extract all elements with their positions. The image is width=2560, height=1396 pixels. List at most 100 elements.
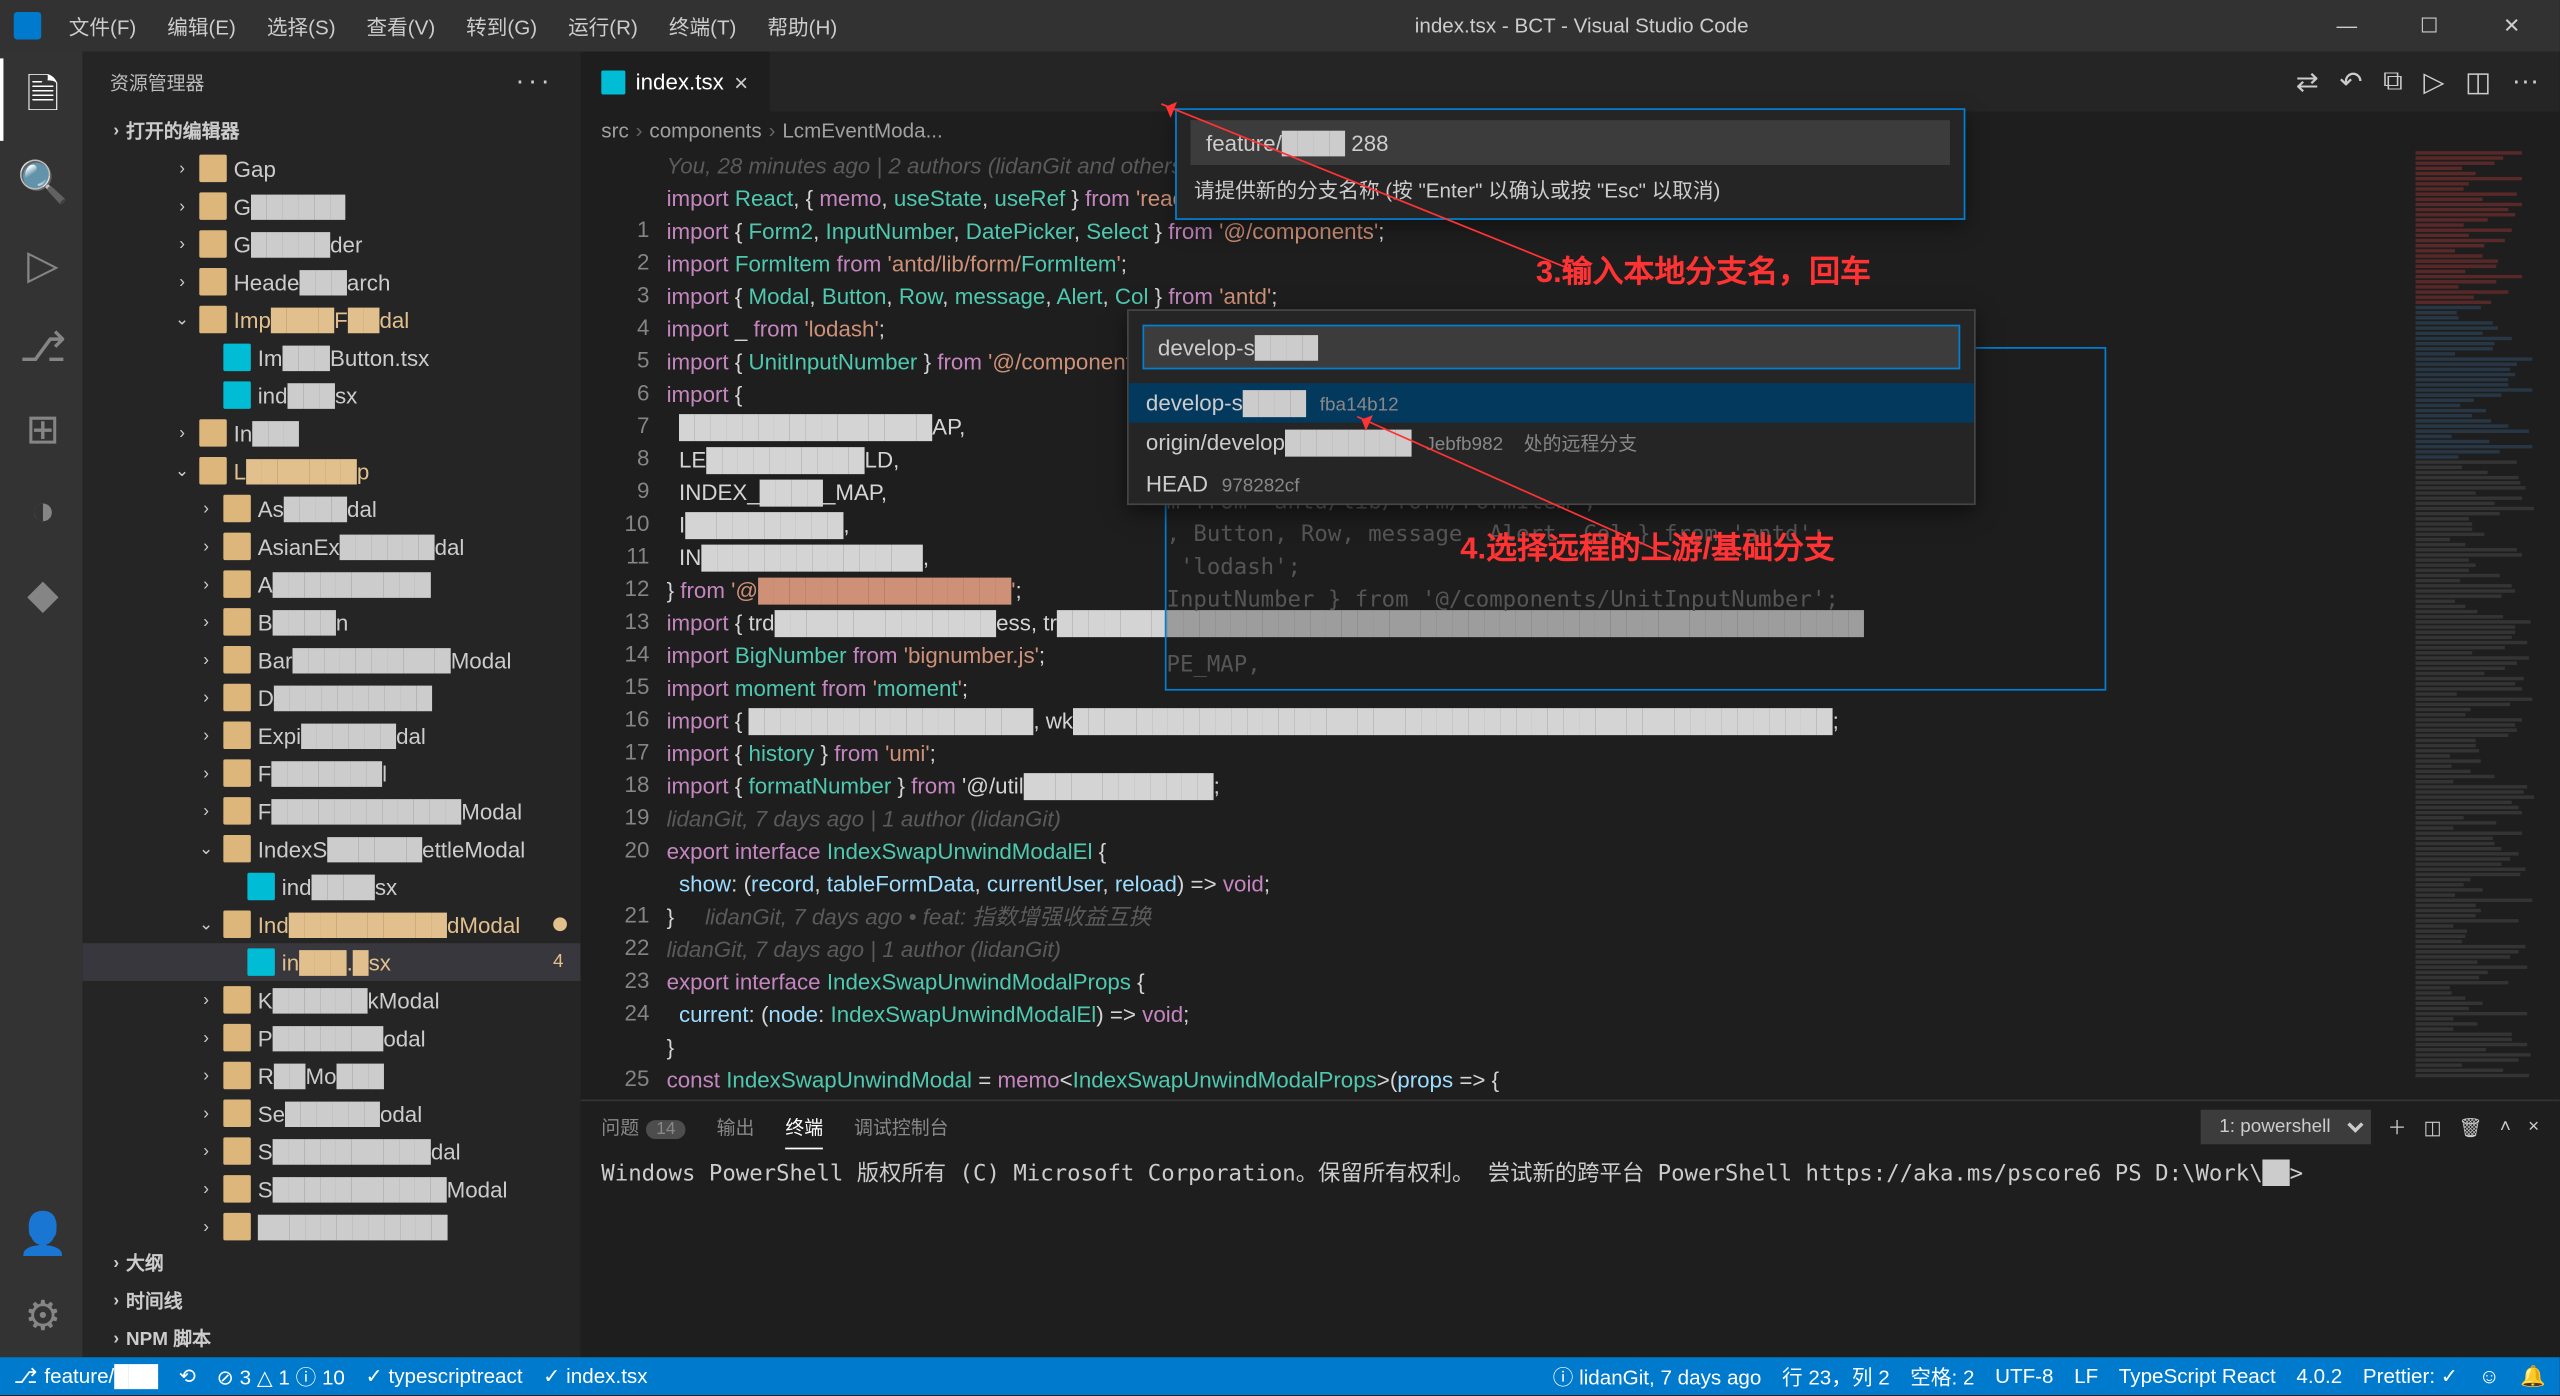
tree-folder[interactable]: ›G█████der (82, 225, 580, 263)
compare-icon[interactable]: ⇄ (2296, 64, 2319, 98)
tree-folder[interactable]: ›Se██████odal (82, 1094, 580, 1132)
more-icon[interactable]: ··· (2512, 66, 2539, 97)
tree-folder[interactable]: ›D██████████ (82, 679, 580, 717)
tree-folder[interactable]: ›S███████████Modal (82, 1170, 580, 1208)
panel-tab-debug[interactable]: 调试控制台 (854, 1106, 948, 1147)
branch-option[interactable]: develop-s████ fba14b12 (1129, 383, 1974, 423)
menu-file[interactable]: 文件(F) (55, 4, 150, 47)
split-icon[interactable]: ◫ (2465, 64, 2491, 98)
panel-tab-terminal[interactable]: 终端 (785, 1106, 823, 1149)
window-minimize[interactable]: — (2312, 7, 2381, 45)
tree-file[interactable]: Im███Button.tsx (82, 338, 580, 376)
tree-folder[interactable]: ›Bar██████████Modal (82, 641, 580, 679)
terminal-body[interactable]: Windows PowerShell 版权所有 (C) Microsoft Co… (581, 1153, 2560, 1357)
terminal-up-icon[interactable]: ˄ (2500, 1117, 2511, 1138)
branch-name-input[interactable] (1191, 120, 1950, 165)
tree-folder[interactable]: ⌄IndexS██████ettleModal (82, 830, 580, 868)
tree-folder[interactable]: ⌄Imp████F██dal (82, 301, 580, 339)
status-blame[interactable]: ⓘ lidanGit, 7 days ago (1553, 1362, 1762, 1391)
activity-search[interactable]: 🔍 (0, 141, 82, 223)
status-ts-version[interactable]: 4.0.2 (2296, 1364, 2342, 1388)
folder-icon (223, 495, 250, 522)
status-problems[interactable]: ⊘ 3 △ 1 ⓘ 10 (217, 1362, 345, 1391)
tree-folder[interactable]: ›F███████l (82, 754, 580, 792)
tab-close-icon[interactable]: × (734, 68, 748, 95)
window-close[interactable]: ✕ (2477, 7, 2546, 45)
menu-go[interactable]: 转到(G) (452, 4, 550, 47)
activity-run[interactable]: ▷ (0, 223, 82, 305)
tree-file[interactable]: ind████sx (82, 868, 580, 906)
tree-folder[interactable]: ›A██████████ (82, 565, 580, 603)
activity-explorer[interactable]: 🗎 (0, 58, 82, 140)
folder-icon (199, 268, 226, 295)
window-maximize[interactable]: ☐ (2395, 7, 2464, 45)
tree-folder[interactable]: ›████████████ (82, 1208, 580, 1244)
window-title: index.tsx - BCT - Visual Studio Code (851, 14, 2312, 38)
status-cursor[interactable]: 行 23，列 2 (1782, 1362, 1890, 1391)
panel-tab-output[interactable]: 输出 (717, 1106, 755, 1147)
folder-icon (223, 797, 250, 824)
branch-picker-input[interactable] (1142, 325, 1960, 370)
menu-terminal[interactable]: 终端(T) (655, 4, 750, 47)
terminal-split-icon[interactable]: ◫ (2424, 1116, 2442, 1138)
run-icon[interactable]: ▷ (2423, 64, 2444, 98)
tree-folder[interactable]: ›R██Mo███ (82, 1057, 580, 1095)
terminal-new-icon[interactable]: ＋ (2388, 1113, 2407, 1140)
terminal-select[interactable]: 1: powershell (2200, 1110, 2370, 1144)
code-editor[interactable]: 1234567891011121314151617181920 21222324… (581, 149, 2560, 1099)
status-sync[interactable]: ⟲ (179, 1364, 196, 1388)
section-timeline[interactable]: ›时间线 (82, 1282, 580, 1320)
tree-folder[interactable]: ›G██████ (82, 187, 580, 225)
status-lang[interactable]: TypeScript React (2119, 1364, 2276, 1388)
tree-folder[interactable]: ›B████n (82, 603, 580, 641)
branch-option[interactable]: origin/develop████████ Jebfb982处的远程分支 (1129, 423, 1974, 464)
tree-folder[interactable]: ›P███████odal (82, 1019, 580, 1057)
activity-settings[interactable]: ⚙ (0, 1275, 82, 1357)
tree-folder[interactable]: ›Heade███arch (82, 263, 580, 301)
status-encoding[interactable]: UTF-8 (1995, 1364, 2053, 1388)
menu-run[interactable]: 运行(R) (554, 4, 651, 47)
revert-icon[interactable]: ↶ (2339, 64, 2362, 98)
tree-folder[interactable]: ›As████dal (82, 490, 580, 528)
diff-icon[interactable]: ⧉ (2383, 66, 2403, 97)
activity-account[interactable]: 👤 (0, 1192, 82, 1274)
menu-selection[interactable]: 选择(S) (253, 4, 349, 47)
status-indent[interactable]: 空格: 2 (1910, 1362, 1974, 1391)
tree-folder[interactable]: ›In███ (82, 414, 580, 452)
activity-extensions[interactable]: ⊞ (0, 388, 82, 470)
menu-edit[interactable]: 编辑(E) (153, 4, 249, 47)
sidebar-more-icon[interactable]: ··· (515, 66, 553, 97)
tree-folder[interactable]: ⌄Ind██████████dModal (82, 905, 580, 943)
panel-tab-problems[interactable]: 问题14 (601, 1106, 685, 1147)
tab-index-tsx[interactable]: index.tsx × (581, 52, 771, 112)
status-typescriptreact[interactable]: ✓ typescriptreact (366, 1364, 523, 1388)
terminal-close-icon[interactable]: × (2528, 1117, 2539, 1138)
tree-folder[interactable]: ›Expi██████dal (82, 716, 580, 754)
tree-folder[interactable]: ›S██████████dal (82, 1132, 580, 1170)
activity-scm[interactable]: ⎇ (0, 306, 82, 388)
status-prettier[interactable]: Prettier: ✓ (2363, 1364, 2458, 1388)
code-content[interactable]: You, 28 minutes ago | 2 authors (lidanGi… (667, 149, 2406, 1099)
tree-folder[interactable]: ⌄L███████p (82, 452, 580, 490)
status-eol[interactable]: LF (2074, 1364, 2098, 1388)
section-outline[interactable]: ›大纲 (82, 1244, 580, 1282)
menu-help[interactable]: 帮助(H) (754, 4, 851, 47)
tree-file[interactable]: ind███sx (82, 376, 580, 414)
menu-view[interactable]: 查看(V) (353, 4, 449, 47)
status-bell-icon[interactable]: 🔔 (2520, 1364, 2546, 1388)
section-npm[interactable]: ›NPM 脚本 (82, 1319, 580, 1357)
activity-liveshare[interactable]: ◑ (0, 471, 82, 553)
terminal-kill-icon[interactable]: 🗑 (2459, 1116, 2483, 1138)
tree-folder[interactable]: ›AsianEx██████dal (82, 527, 580, 565)
section-open-editors[interactable]: ›打开的编辑器 (82, 112, 580, 150)
minimap[interactable] (2409, 149, 2560, 1099)
status-feedback-icon[interactable]: ☺ (2479, 1364, 2500, 1388)
status-branch[interactable]: ⎇ feature/███ (14, 1364, 158, 1388)
activity-database[interactable]: ◆ (0, 553, 82, 635)
tree-folder[interactable]: ›K██████kModal (82, 981, 580, 1019)
branch-option[interactable]: HEAD 978282cf (1129, 464, 1974, 504)
tree-folder[interactable]: ›F████████████Modal (82, 792, 580, 830)
status-indexcheck[interactable]: ✓ index.tsx (543, 1364, 647, 1388)
tree-file[interactable]: in███.█sx4 (82, 943, 580, 981)
tree-folder[interactable]: ›Gap (82, 149, 580, 187)
